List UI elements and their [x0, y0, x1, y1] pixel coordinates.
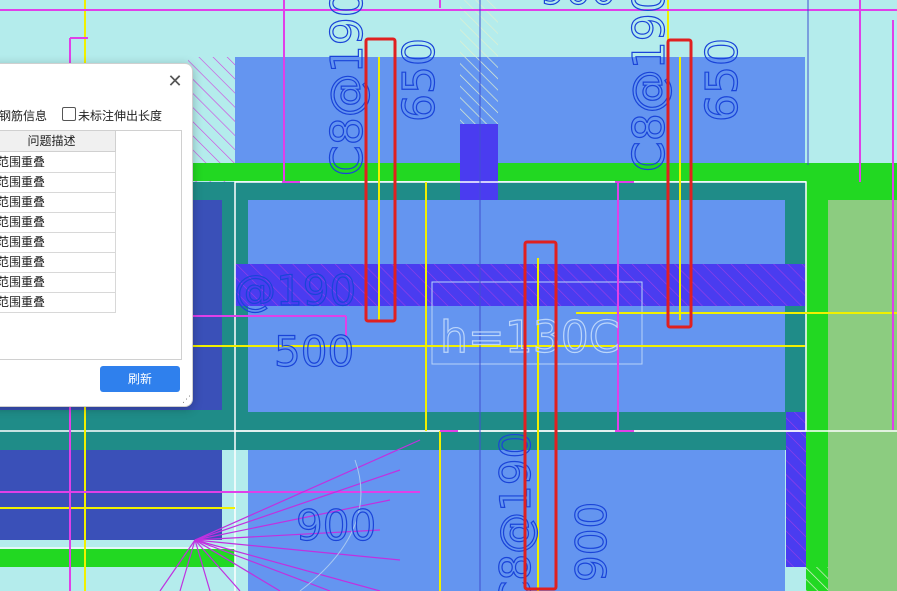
light-green-panel	[828, 200, 897, 591]
length-label-left: 650	[394, 38, 445, 122]
length-label-bottom-right: 900	[567, 502, 616, 582]
issue-dialog: ✕ 注钢筋信息 未标注伸出长度 问题描述 范围重叠 范围重叠 范围重叠 范围重叠…	[0, 63, 193, 407]
table-row[interactable]: 范围重叠	[0, 272, 116, 293]
table-header-description[interactable]: 问题描述	[0, 131, 116, 152]
option-unmarked-length-label[interactable]: 未标注伸出长度	[78, 107, 162, 124]
refresh-button[interactable]: 刷新	[100, 366, 180, 392]
resize-grip-icon[interactable]: ⋰	[182, 396, 191, 405]
table-row[interactable]: 范围重叠	[0, 252, 116, 273]
option-rebar-info-label[interactable]: 注钢筋信息	[0, 107, 47, 124]
length-label-bottom: 900	[296, 501, 376, 550]
green-wall-top	[188, 163, 897, 181]
table-row[interactable]: 范围重叠	[0, 292, 116, 313]
checkbox-unmarked-length[interactable]	[62, 107, 76, 121]
issue-table[interactable]: 问题描述 范围重叠 范围重叠 范围重叠 范围重叠 范围重叠 范围重叠 范围重叠 …	[0, 130, 182, 360]
table-row[interactable]: 范围重叠	[0, 152, 116, 173]
length-label-mid: 500	[274, 327, 354, 376]
table-row[interactable]: 范围重叠	[0, 232, 116, 253]
rebar-vertical-top	[460, 124, 498, 200]
table-row[interactable]: 范围重叠	[0, 192, 116, 213]
options-row: 注钢筋信息 未标注伸出长度	[0, 105, 192, 125]
slab-thickness-label: h=130C	[440, 312, 619, 363]
length-label-top-fragment: 900	[540, 0, 616, 14]
rebar-label-mid: @190	[234, 266, 356, 315]
table-row[interactable]: 范围重叠	[0, 172, 116, 193]
rebar-label-bottom: C8@190	[491, 432, 540, 591]
length-label-right: 650	[697, 38, 748, 122]
table-row[interactable]: 范围重叠	[0, 212, 116, 233]
close-icon[interactable]: ✕	[166, 73, 184, 91]
